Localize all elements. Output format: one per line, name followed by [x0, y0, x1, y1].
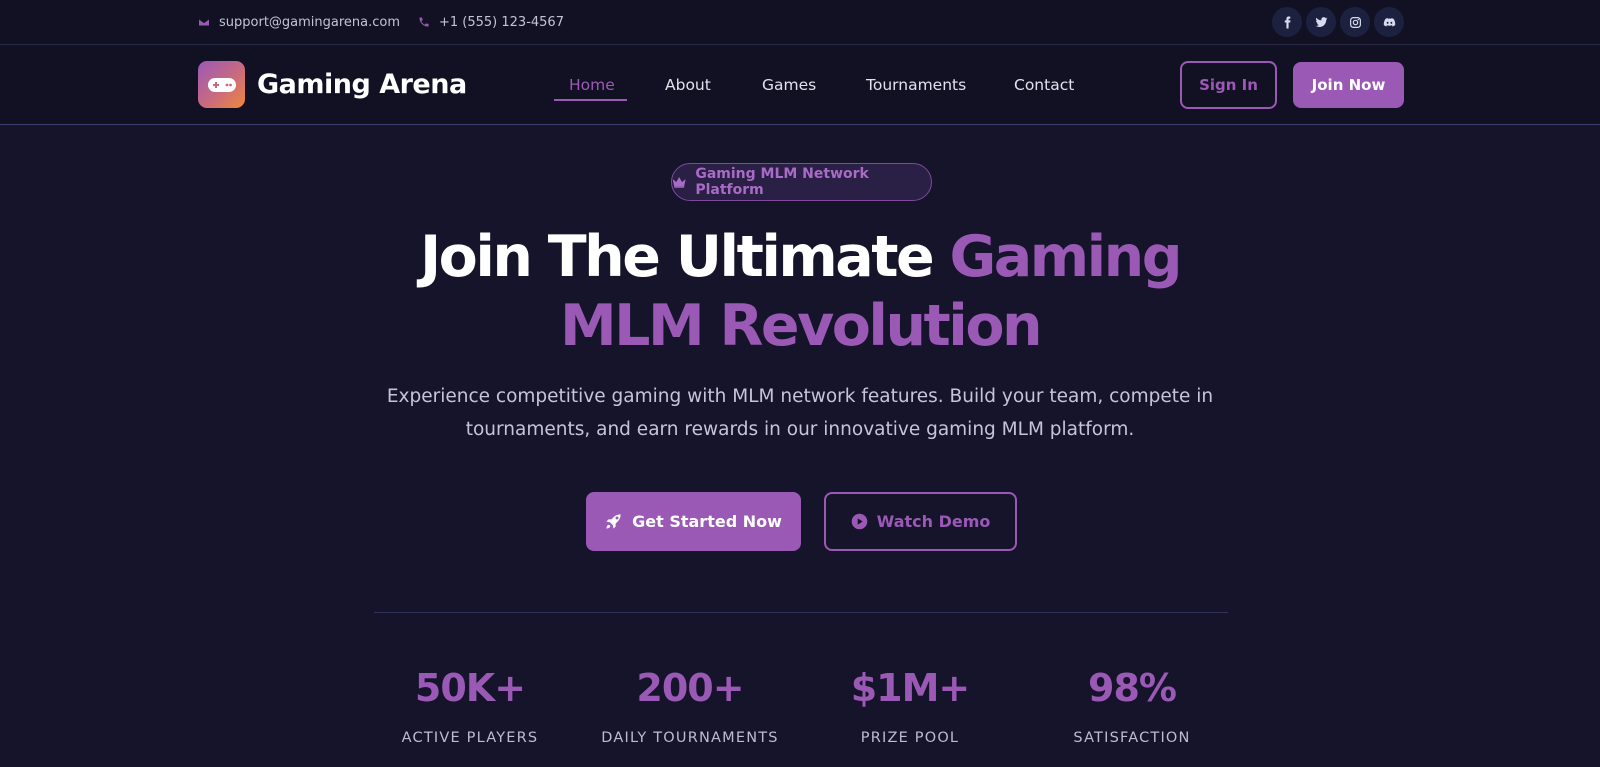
stats-divider	[374, 612, 1228, 613]
nav-contact[interactable]: Contact	[1014, 71, 1074, 101]
stat-label: SATISFACTION	[1073, 730, 1191, 746]
social-links	[1272, 7, 1404, 37]
stat-satisfaction: 98% SATISFACTION	[1022, 660, 1242, 748]
brand-name[interactable]: Gaming Arena	[257, 65, 467, 105]
instagram-link[interactable]	[1340, 7, 1370, 37]
logo[interactable]	[198, 61, 245, 108]
stat-value: 50K+	[414, 666, 526, 710]
email-contact[interactable]: support@gamingarena.com	[198, 0, 400, 44]
watch-demo-label: Watch Demo	[876, 512, 991, 531]
gamepad-icon	[207, 77, 236, 92]
envelope-icon	[198, 18, 210, 26]
phone-text: +1 (555) 123-4567	[439, 14, 564, 30]
stat-prize-pool: $1M+ PRIZE POOL	[800, 660, 1020, 748]
twitter-icon	[1315, 16, 1327, 27]
play-circle-icon	[851, 513, 867, 530]
get-started-button[interactable]: Get Started Now	[586, 492, 801, 551]
phone-contact[interactable]: +1 (555) 123-4567	[418, 0, 564, 44]
instagram-icon	[1349, 16, 1361, 28]
stat-daily-tournaments: 200+ DAILY TOURNAMENTS	[580, 660, 800, 748]
facebook-icon	[1284, 16, 1290, 28]
platform-badge: Gaming MLM Network Platform	[671, 163, 932, 201]
active-nav-indicator	[554, 99, 627, 101]
stat-value: 98%	[1088, 666, 1177, 710]
hero-title-line2: MLM Revolution	[559, 293, 1043, 359]
hero-subtitle-line2: tournaments, and earn rewards in our inn…	[465, 419, 1135, 440]
discord-icon	[1383, 17, 1395, 26]
join-now-button[interactable]: Join Now	[1293, 62, 1404, 108]
twitter-link[interactable]	[1306, 7, 1336, 37]
stat-value: 200+	[636, 666, 744, 710]
discord-link[interactable]	[1374, 7, 1404, 37]
watch-demo-button[interactable]: Watch Demo	[824, 492, 1017, 551]
nav-about[interactable]: About	[665, 71, 711, 101]
hero-title-white: Join The Ultimate	[419, 224, 950, 290]
stat-label: DAILY TOURNAMENTS	[601, 730, 779, 746]
nav-home[interactable]: Home	[569, 71, 615, 101]
stat-value: $1M+	[850, 666, 971, 710]
hero-title-line1: Join The Ultimate Gaming	[0, 223, 1600, 291]
email-text: support@gamingarena.com	[219, 14, 401, 30]
stat-active-players: 50K+ ACTIVE PLAYERS	[360, 660, 580, 748]
phone-icon	[419, 17, 429, 27]
top-bar: support@gamingarena.com +1 (555) 123-456…	[0, 0, 1600, 45]
hero-title-accent: Gaming	[949, 224, 1182, 290]
hero-subtitle-line1: Experience competitive gaming with MLM n…	[386, 386, 1214, 407]
badge-text: Gaming MLM Network Platform	[695, 166, 869, 198]
nav-tournaments[interactable]: Tournaments	[866, 71, 966, 101]
stat-label: ACTIVE PLAYERS	[401, 730, 539, 746]
rocket-icon	[606, 514, 621, 529]
facebook-link[interactable]	[1272, 7, 1302, 37]
get-started-label: Get Started Now	[632, 512, 782, 531]
crown-icon	[672, 176, 686, 188]
sign-in-button[interactable]: Sign In	[1180, 61, 1277, 109]
nav-games[interactable]: Games	[762, 71, 816, 101]
stat-label: PRIZE POOL	[860, 730, 960, 746]
